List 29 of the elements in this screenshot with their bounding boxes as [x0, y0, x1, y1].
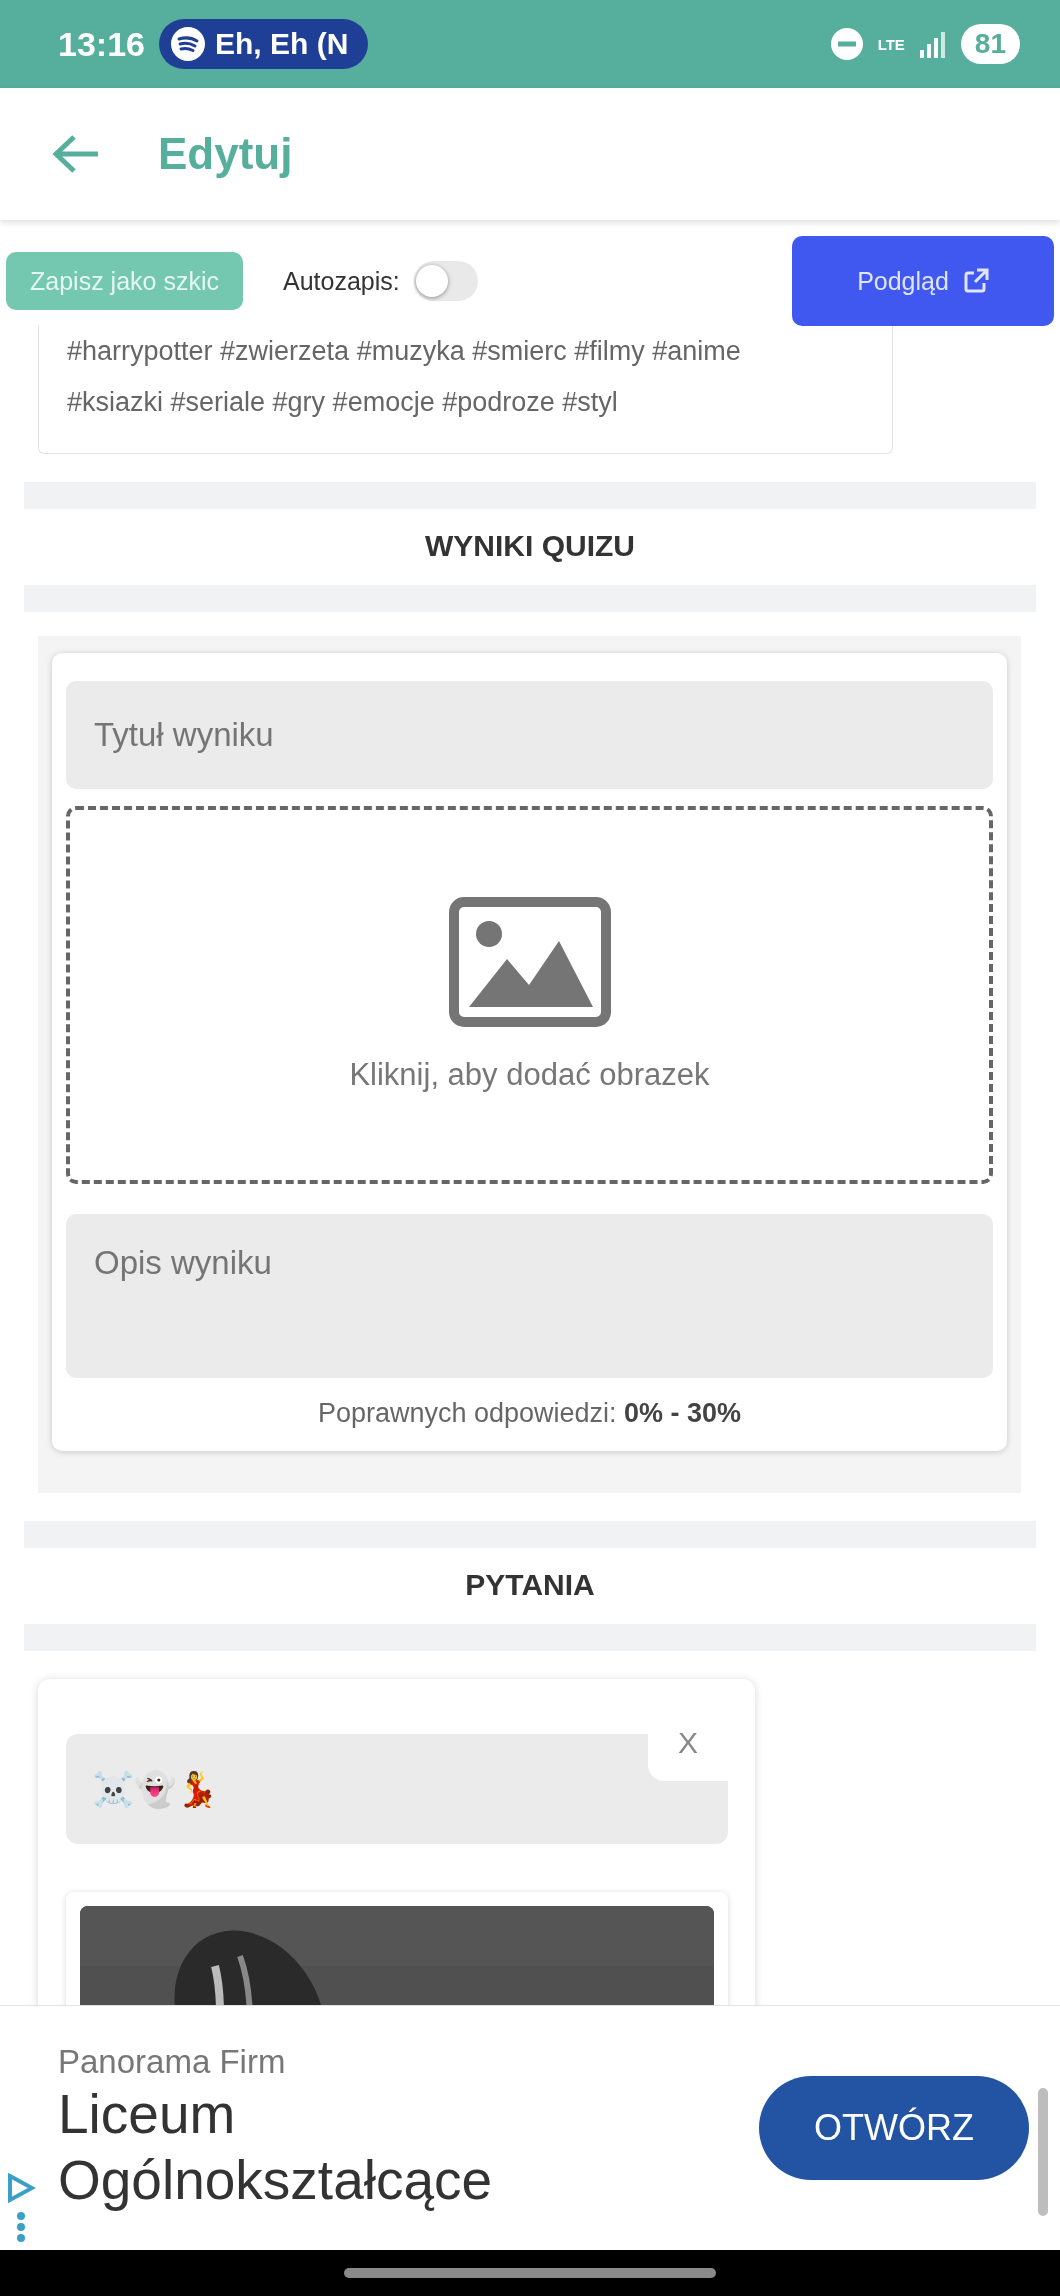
result-title-field[interactable]: Tytuł wyniku: [66, 681, 993, 789]
tags-text: #ksiazki #seriale #gry #emocje #podroze #styl: [67, 386, 619, 419]
autosave-label: Autozapis:: [282, 266, 400, 296]
signal-icon: [918, 30, 947, 58]
advertiser-name: Panorama Firm: [58, 2043, 287, 2081]
ad-info-icon[interactable]: [6, 2172, 36, 2242]
battery-level: 81: [960, 24, 1020, 64]
image-icon: [448, 897, 611, 1027]
section-heading: WYNIKI QUIZU: [424, 528, 636, 564]
tags-text: #harrypotter #zwierzeta #muzyka #smierc #filmy #anime: [67, 335, 742, 368]
page-title: Edytuj: [158, 129, 293, 179]
image-hint: Kliknij, aby dodać obrazek: [349, 1057, 710, 1093]
ad-headline: Liceum Ogólnokształcące: [58, 2082, 494, 2213]
open-button[interactable]: OTWÓRZ: [759, 2076, 1029, 2180]
clock: 13:16: [58, 24, 145, 64]
image-drop-area[interactable]: Kliknij, aby dodać obrazek: [66, 806, 993, 1184]
do-not-disturb-icon: [829, 27, 864, 61]
music-app-icon: [170, 27, 205, 61]
answer-range: Poprawnych odpowiedzi: 0% - 30%: [316, 1398, 743, 1429]
network-type: LTE: [877, 36, 905, 52]
tags-field[interactable]: #harrypotter #zwierzeta #muzyka #smierc #filmy #anime #ksiazki #seriale #gry #emocje #podroze #styl: [38, 326, 893, 454]
back-arrow-icon[interactable]: [52, 134, 100, 174]
preview-button[interactable]: Podgląd: [792, 236, 1054, 326]
media-chip[interactable]: Eh, Eh (N: [158, 19, 369, 69]
autosave-toggle[interactable]: [413, 261, 478, 301]
result-description-field[interactable]: Opis wyniku: [66, 1214, 993, 1378]
external-link-icon: [962, 268, 989, 294]
section-heading: PYTANIA: [464, 1567, 596, 1603]
home-handle[interactable]: [344, 2268, 716, 2278]
